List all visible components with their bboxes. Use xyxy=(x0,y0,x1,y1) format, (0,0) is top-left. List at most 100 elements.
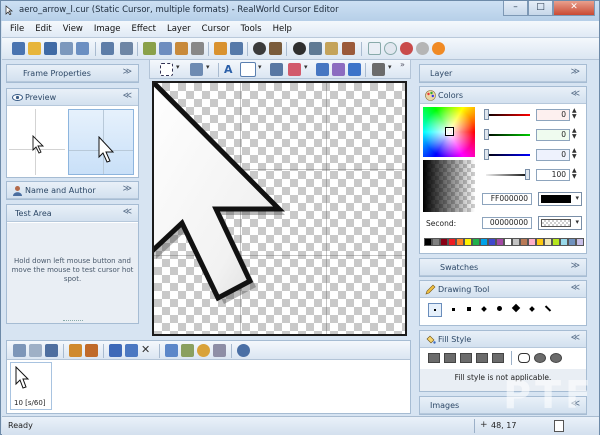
palette-swatch[interactable] xyxy=(424,238,432,246)
dropdown-icon[interactable]: ▾ xyxy=(176,63,182,76)
color-wheel[interactable] xyxy=(423,107,475,157)
hotspot-tool-icon[interactable] xyxy=(372,63,385,76)
frame-effect-icon[interactable] xyxy=(213,344,226,357)
print-icon[interactable] xyxy=(76,42,89,55)
frame-export-icon[interactable] xyxy=(85,344,98,357)
green-value[interactable]: 0 xyxy=(536,129,570,141)
lasso-icon[interactable] xyxy=(190,63,203,76)
export-icon[interactable] xyxy=(230,42,243,55)
palette-swatch[interactable] xyxy=(568,238,576,246)
import-icon[interactable] xyxy=(214,42,227,55)
pointer-icon[interactable] xyxy=(368,42,381,55)
brush-size-8[interactable] xyxy=(544,305,552,312)
test-area[interactable]: Hold down left mouse button and move the… xyxy=(7,223,138,323)
palette-swatch[interactable] xyxy=(456,238,464,246)
frame-duplicate-icon[interactable] xyxy=(29,344,42,357)
eyedropper-icon[interactable] xyxy=(332,63,345,76)
blue-spinner[interactable]: ▲ ▼ xyxy=(572,148,577,160)
move-right-icon[interactable] xyxy=(125,344,138,357)
chevron-up-icon[interactable]: ≪ xyxy=(571,89,580,99)
redo-icon[interactable] xyxy=(120,42,133,55)
paste-icon[interactable] xyxy=(175,42,188,55)
menu-layer[interactable]: Layer xyxy=(167,24,191,34)
resize-icon[interactable] xyxy=(165,344,178,357)
close-button[interactable]: ✕ xyxy=(553,1,595,16)
chevron-down-icon[interactable]: ≫ xyxy=(123,184,132,194)
palette-swatch[interactable] xyxy=(464,238,472,246)
green-slider-thumb[interactable] xyxy=(484,129,489,140)
hotspot-icon[interactable] xyxy=(253,42,266,55)
frame-save-icon[interactable] xyxy=(45,344,58,357)
palette-swatch[interactable] xyxy=(448,238,456,246)
wait-icon[interactable] xyxy=(416,42,429,55)
palette-swatch[interactable] xyxy=(496,238,504,246)
brush-size-3[interactable] xyxy=(467,307,471,311)
fill-option[interactable] xyxy=(518,353,530,363)
fill-option[interactable] xyxy=(476,353,488,363)
frame-import-icon[interactable] xyxy=(69,344,82,357)
fill-option[interactable] xyxy=(428,353,440,363)
select-icon[interactable] xyxy=(160,63,173,76)
brush-size-7[interactable] xyxy=(529,306,535,312)
brush-size-6[interactable] xyxy=(511,303,521,313)
alpha-spinner[interactable]: ▲ ▼ xyxy=(572,168,577,180)
palette-swatch[interactable] xyxy=(472,238,480,246)
red-spinner[interactable]: ▲ ▼ xyxy=(572,108,577,120)
green-spinner[interactable]: ▲ ▼ xyxy=(572,128,577,140)
image-canvas[interactable] xyxy=(152,81,407,336)
chevron-down-icon[interactable]: ≫ xyxy=(571,67,580,77)
menu-file[interactable]: File xyxy=(10,24,24,34)
line-icon[interactable] xyxy=(270,63,283,76)
blue-slider[interactable] xyxy=(486,154,530,156)
palette-swatch[interactable] xyxy=(440,238,448,246)
chevron-up-icon[interactable]: ≪ xyxy=(123,91,132,101)
green-slider[interactable] xyxy=(486,134,530,136)
fill-option[interactable] xyxy=(444,353,456,363)
preview-small[interactable] xyxy=(9,109,65,175)
stop-icon[interactable] xyxy=(400,42,413,55)
chevron-up-icon[interactable]: ≪ xyxy=(123,207,132,217)
text-icon[interactable]: A xyxy=(224,63,237,76)
alpha-gradient[interactable] xyxy=(423,160,475,212)
undo-icon[interactable] xyxy=(101,42,114,55)
save-icon[interactable] xyxy=(44,42,57,55)
shape-icon[interactable] xyxy=(288,63,301,76)
move-left-icon[interactable] xyxy=(109,344,122,357)
fire-icon[interactable] xyxy=(432,42,445,55)
frame-thumbnail[interactable]: 10 [s/60] xyxy=(10,362,52,410)
maximize-button[interactable]: □ xyxy=(528,1,553,16)
fill-option[interactable] xyxy=(492,353,504,363)
new-icon[interactable] xyxy=(12,42,25,55)
delete-frame-icon[interactable]: ✕ xyxy=(141,344,154,357)
fill-option[interactable] xyxy=(460,353,472,363)
menu-view[interactable]: View xyxy=(63,24,83,34)
palette-swatch[interactable] xyxy=(512,238,520,246)
chevron-down-icon[interactable]: ≫ xyxy=(123,67,132,77)
menu-effect[interactable]: Effect xyxy=(132,24,156,34)
brush-size-4[interactable] xyxy=(481,306,487,312)
blue-slider-thumb[interactable] xyxy=(484,149,489,160)
chevron-up-icon[interactable]: ≪ xyxy=(571,283,580,293)
dropdown-icon[interactable]: ▾ xyxy=(258,63,264,76)
cut-icon[interactable] xyxy=(143,42,156,55)
second-hex-field[interactable]: 00000000 xyxy=(482,217,532,229)
palette-swatch[interactable] xyxy=(432,238,440,246)
menu-edit[interactable]: Edit xyxy=(35,24,51,34)
palette-swatch[interactable] xyxy=(504,238,512,246)
pencil-icon[interactable] xyxy=(240,62,256,77)
blue-value[interactable]: 0 xyxy=(536,149,570,161)
palette-swatch[interactable] xyxy=(520,238,528,246)
primary-hex-field[interactable]: FF000000 xyxy=(482,193,532,205)
dropdown-icon[interactable]: ▾ xyxy=(388,63,394,76)
red-value[interactable]: 0 xyxy=(536,109,570,121)
effect-icon[interactable] xyxy=(325,42,338,55)
timer-icon[interactable] xyxy=(197,344,210,357)
delete-icon[interactable] xyxy=(191,42,204,55)
palette-swatch[interactable] xyxy=(536,238,544,246)
flip-icon[interactable] xyxy=(181,344,194,357)
second-color-button[interactable]: ▾ xyxy=(538,216,582,230)
fill-option[interactable] xyxy=(550,353,562,363)
palette-swatch[interactable] xyxy=(480,238,488,246)
primary-color-button[interactable]: ▾ xyxy=(538,192,582,206)
copy-icon[interactable] xyxy=(159,42,172,55)
